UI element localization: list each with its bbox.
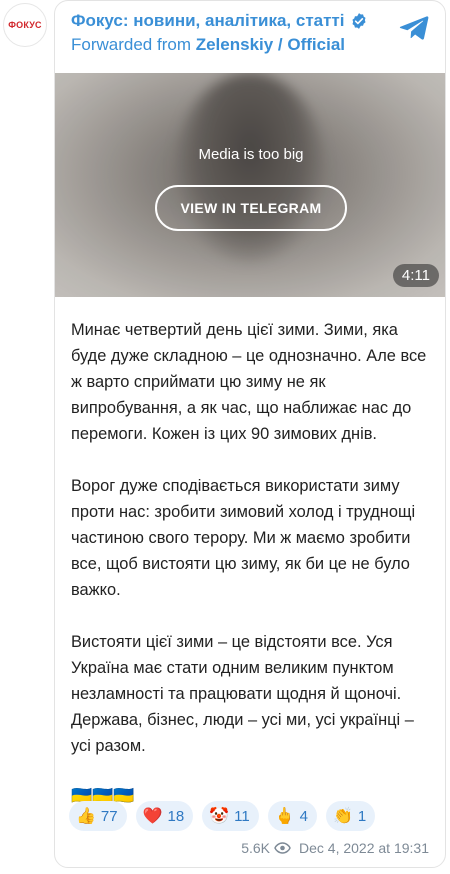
- thumbs-up-icon: 👍: [76, 808, 96, 825]
- reaction-count: 77: [100, 807, 118, 825]
- video-preview[interactable]: Media is too big VIEW IN TELEGRAM 4:11: [55, 73, 445, 297]
- middle-finger-icon: 🖕: [274, 808, 295, 825]
- reaction-count: 18: [167, 807, 185, 825]
- forwarded-from: Forwarded from Zelenskiy / Official: [71, 35, 435, 55]
- message-card: Фокус: новини, аналітика, статті Forward…: [54, 0, 446, 868]
- post-paragraph: Вистояти цієї зими – це відстояти все. У…: [71, 633, 414, 755]
- message-footer: 5.6K Dec 4, 2022 at 19:31: [241, 840, 429, 856]
- reaction-thumbs-up[interactable]: 👍 77: [69, 801, 127, 831]
- heart-icon: ❤️: [142, 808, 163, 825]
- eye-icon: [274, 842, 291, 854]
- view-in-telegram-button[interactable]: VIEW IN TELEGRAM: [155, 185, 347, 231]
- forwarded-source-link[interactable]: Zelenskiy / Official: [196, 35, 345, 54]
- reaction-count: 11: [234, 807, 250, 825]
- reaction-count: 1: [357, 807, 367, 825]
- post-date-link[interactable]: Dec 4, 2022 at 19:31: [299, 840, 429, 856]
- telegram-icon[interactable]: [399, 15, 429, 41]
- reactions-bar: 👍 77 ❤️ 18 🤡 11 🖕 4 👏 1: [69, 801, 376, 831]
- message-header: Фокус: новини, аналітика, статті Forward…: [71, 11, 435, 61]
- post-paragraph: Ворог дуже сподівається використати зиму…: [71, 477, 416, 599]
- reaction-heart[interactable]: ❤️ 18: [135, 801, 194, 831]
- media-too-big-message: Media is too big: [198, 146, 304, 163]
- video-duration-badge: 4:11: [392, 264, 439, 287]
- reaction-clown[interactable]: 🤡 11: [202, 801, 259, 831]
- clown-icon: 🤡: [209, 808, 230, 825]
- reaction-count: 4: [299, 807, 308, 825]
- clap-icon: 👏: [332, 808, 353, 825]
- post-paragraph: Минає четвертий день цієї зими. Зими, як…: [71, 321, 427, 443]
- forwarded-prefix: Forwarded from: [71, 35, 191, 54]
- reaction-clap[interactable]: 👏 1: [325, 801, 376, 831]
- verified-icon: [351, 13, 366, 29]
- avatar-logo-text: ФОКУС: [8, 20, 42, 30]
- view-count: 5.6K: [241, 840, 270, 856]
- post-text: Минає четвертий день цієї зими. Зими, як…: [71, 317, 435, 809]
- channel-name-link[interactable]: Фокус: новини, аналітика, статті: [71, 11, 345, 31]
- reaction-middle-finger[interactable]: 🖕 4: [267, 801, 317, 831]
- channel-avatar[interactable]: ФОКУС: [3, 3, 47, 47]
